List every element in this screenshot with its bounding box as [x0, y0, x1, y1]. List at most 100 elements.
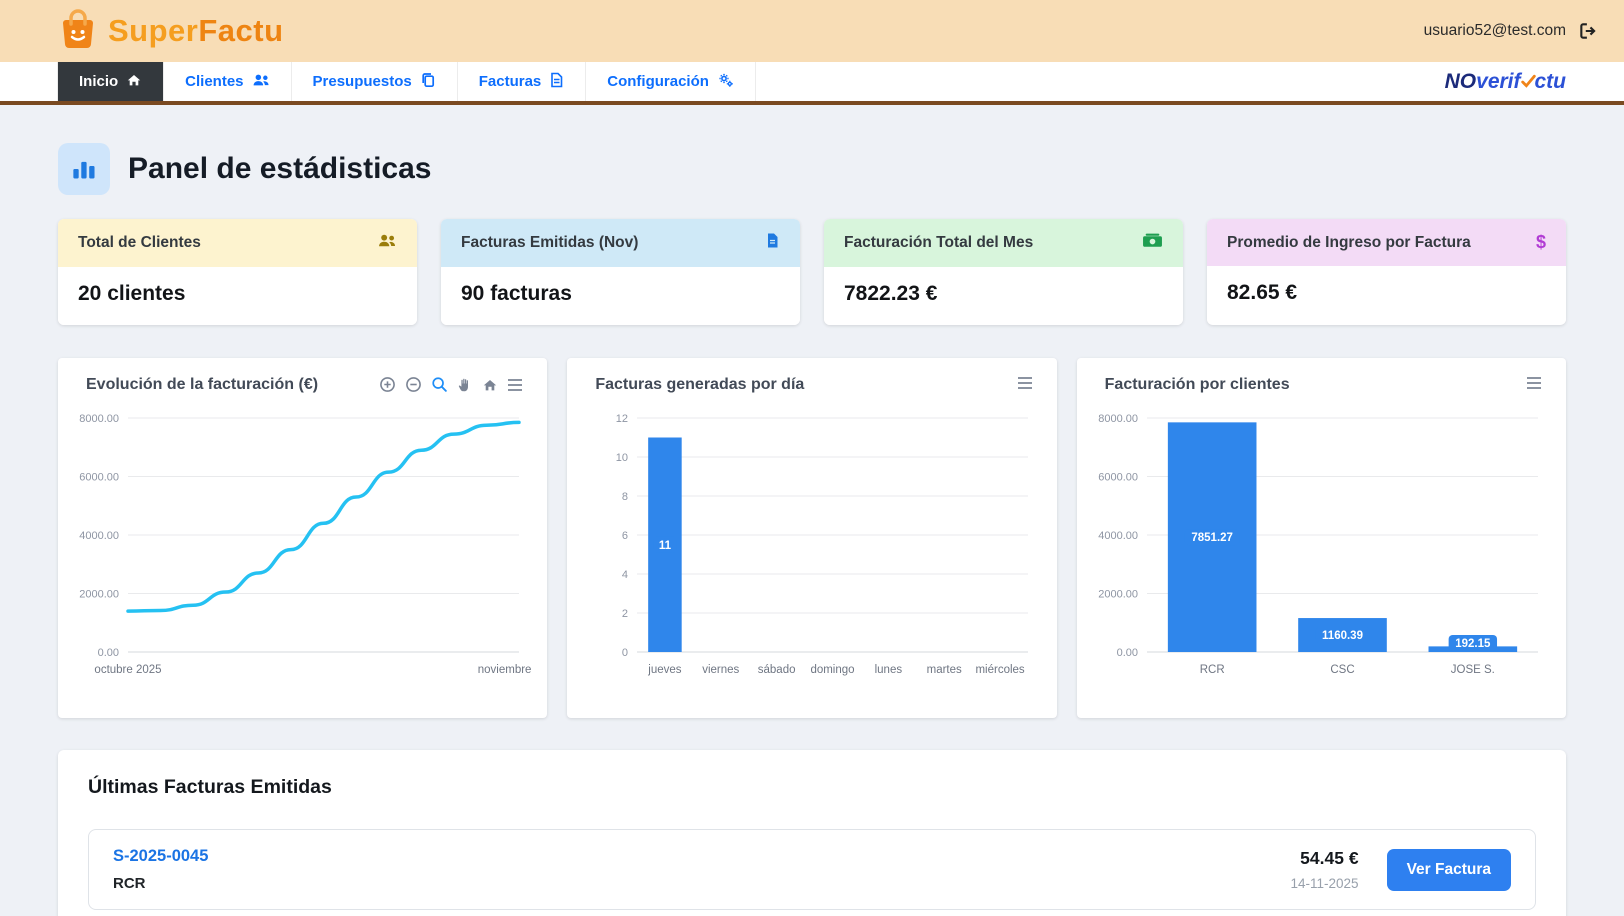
gears-icon — [717, 72, 734, 92]
chart-card-facturacion-clientes: Facturación por clientes 0.00 2000.00 4000… — [1077, 358, 1566, 718]
svg-text:domingo: domingo — [811, 664, 855, 676]
stat-value: 20 clientes — [58, 267, 417, 325]
svg-text:2000.00: 2000.00 — [79, 589, 119, 601]
chart-card-facturas-dia: Facturas generadas por día 0 2 4 6 8 10 12 juev… — [567, 358, 1056, 718]
user-email: usuario52@test.com — [1424, 22, 1566, 40]
menu-icon[interactable] — [1017, 376, 1033, 390]
users-icon — [377, 232, 397, 254]
chart-title: Evolución de la facturación (€) — [86, 376, 318, 394]
svg-text:4: 4 — [622, 569, 628, 581]
tab-facturas[interactable]: Facturas — [458, 62, 587, 101]
menu-icon[interactable] — [1526, 376, 1542, 390]
svg-text:8000.00: 8000.00 — [1098, 413, 1138, 425]
main-navbar: Inicio Clientes Presupuestos Facturas Co… — [0, 62, 1624, 105]
svg-text:6000.00: 6000.00 — [79, 472, 119, 484]
tab-clientes[interactable]: Clientes — [164, 62, 291, 101]
invoice-date: 14-11-2025 — [1291, 876, 1359, 891]
zoom-in-icon[interactable] — [379, 376, 396, 393]
revenue-evolution-line-chart[interactable]: 0.00 2000.00 4000.00 6000.00 8000.00 octubre … — [72, 410, 533, 682]
svg-text:10: 10 — [616, 452, 628, 464]
stats-panel-icon — [58, 143, 110, 195]
brand-logo[interactable]: SuperFactu — [58, 7, 284, 56]
svg-text:8000.00: 8000.00 — [79, 413, 119, 425]
svg-text:sábado: sábado — [758, 664, 796, 676]
svg-text:2000.00: 2000.00 — [1098, 589, 1138, 601]
stat-label: Facturas Emitidas (Nov) — [461, 234, 638, 252]
svg-text:martes: martes — [927, 664, 962, 676]
shopping-bag-smiley-icon — [58, 7, 98, 56]
svg-text:0: 0 — [622, 647, 628, 659]
file-icon — [765, 232, 780, 254]
chart-card-evolucion: Evolución de la facturación (€) 0.00 2000… — [58, 358, 547, 718]
selection-zoom-icon[interactable] — [431, 376, 448, 393]
latest-invoices-title: Últimas Facturas Emitidas — [88, 776, 1536, 799]
menu-icon[interactable] — [507, 378, 523, 392]
tab-clientes-label: Clientes — [185, 73, 243, 90]
svg-text:viernes: viernes — [703, 664, 740, 676]
invoices-per-day-bar-chart[interactable]: 024681012jueves11viernessábadodomingolun… — [581, 410, 1042, 682]
tab-presupuestos[interactable]: Presupuestos — [292, 62, 458, 101]
home-icon — [126, 72, 142, 92]
brand-name: SuperFactu — [108, 13, 284, 49]
tab-facturas-label: Facturas — [479, 73, 542, 90]
svg-text:8: 8 — [622, 491, 628, 503]
tab-configuracion[interactable]: Configuración — [586, 62, 756, 101]
main-content: Panel de estádisticas Total de Clientes … — [0, 105, 1624, 916]
svg-text:JOSE S.: JOSE S. — [1450, 664, 1494, 676]
ver-factura-button[interactable]: Ver Factura — [1387, 849, 1511, 891]
svg-text:4000.00: 4000.00 — [1098, 530, 1138, 542]
logout-icon[interactable] — [1578, 21, 1598, 41]
tab-inicio[interactable]: Inicio — [57, 62, 164, 101]
svg-text:0.00: 0.00 — [1116, 647, 1137, 659]
svg-text:miércoles: miércoles — [976, 664, 1025, 676]
stat-label: Facturación Total del Mes — [844, 234, 1033, 252]
svg-text:octubre 2025: octubre 2025 — [94, 664, 161, 676]
chart-title: Facturas generadas por día — [595, 376, 804, 394]
latest-invoices-card: Últimas Facturas Emitidas S-2025-0045 RC… — [58, 750, 1566, 916]
svg-text:11: 11 — [659, 540, 672, 552]
stat-label: Total de Clientes — [78, 234, 201, 252]
copy-doc-icon — [420, 72, 436, 92]
stats-row: Total de Clientes 20 clientes Facturas E… — [58, 219, 1566, 325]
zoom-out-icon[interactable] — [405, 376, 422, 393]
svg-text:192.15: 192.15 — [1455, 638, 1491, 650]
stat-card-promedio-ingreso: Promedio de Ingreso por Factura $ 82.65 … — [1207, 219, 1566, 325]
stat-value: 7822.23 € — [824, 267, 1183, 325]
stat-card-total-clientes: Total de Clientes 20 clientes — [58, 219, 417, 325]
chart-title: Facturación por clientes — [1105, 376, 1290, 394]
invoice-client: RCR — [113, 875, 208, 892]
pan-icon[interactable] — [457, 376, 473, 393]
verifactu-no: NO — [1445, 70, 1477, 94]
stat-value: 90 facturas — [441, 267, 800, 325]
svg-text:CSC: CSC — [1330, 664, 1354, 676]
tab-inicio-label: Inicio — [79, 73, 118, 90]
svg-text:noviembre 2025: noviembre 2025 — [478, 664, 533, 676]
stat-card-facturas-emitidas: Facturas Emitidas (Nov) 90 facturas — [441, 219, 800, 325]
users-icon — [252, 72, 270, 92]
revenue-by-client-bar-chart[interactable]: 0.00 2000.00 4000.00 6000.00 8000.00 RCR 7851.… — [1091, 410, 1552, 682]
charts-row: Evolución de la facturación (€) 0.00 2000… — [58, 358, 1566, 718]
svg-text:RCR: RCR — [1199, 664, 1224, 676]
reset-home-icon[interactable] — [482, 377, 498, 393]
svg-text:6000.00: 6000.00 — [1098, 472, 1138, 484]
invoice-number-link[interactable]: S-2025-0045 — [113, 847, 208, 866]
topbar: SuperFactu usuario52@test.com — [0, 0, 1624, 62]
svg-text:6: 6 — [622, 530, 628, 542]
stat-card-facturacion-mes: Facturación Total del Mes 7822.23 € — [824, 219, 1183, 325]
tab-presupuestos-label: Presupuestos — [313, 73, 412, 90]
page-title: Panel de estádisticas — [128, 152, 432, 186]
verifactu-logo: NOverifctu — [1445, 62, 1566, 101]
svg-text:0.00: 0.00 — [98, 647, 119, 659]
svg-text:1160.39: 1160.39 — [1322, 630, 1363, 642]
invoice-row: S-2025-0045 RCR 54.45 € 14-11-2025 Ver F… — [88, 829, 1536, 910]
verifactu-ctu: ctu — [1535, 70, 1567, 94]
svg-text:12: 12 — [616, 413, 628, 425]
dollar-icon: $ — [1536, 232, 1546, 253]
cash-icon — [1142, 232, 1163, 254]
svg-text:jueves: jueves — [648, 664, 682, 676]
stat-value: 82.65 € — [1207, 266, 1566, 324]
svg-text:4000.00: 4000.00 — [79, 530, 119, 542]
svg-text:2: 2 — [622, 608, 628, 620]
file-icon — [549, 72, 564, 92]
svg-text:7851.27: 7851.27 — [1191, 532, 1233, 544]
